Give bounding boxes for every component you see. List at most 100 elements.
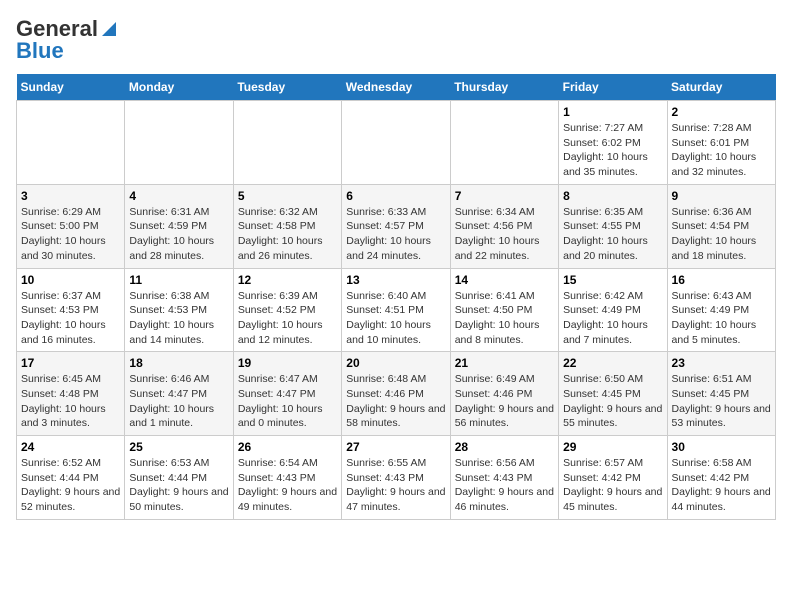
day-info: Sunrise: 6:43 AM Sunset: 4:49 PM Dayligh… [672,289,771,348]
day-number: 4 [129,189,228,203]
day-number: 17 [21,356,120,370]
day-info: Sunrise: 6:45 AM Sunset: 4:48 PM Dayligh… [21,372,120,431]
calendar-cell [342,101,450,185]
calendar-cell [125,101,233,185]
day-number: 24 [21,440,120,454]
day-number: 12 [238,273,337,287]
day-number: 18 [129,356,228,370]
day-info: Sunrise: 6:56 AM Sunset: 4:43 PM Dayligh… [455,456,554,515]
header-tuesday: Tuesday [233,74,341,101]
header-saturday: Saturday [667,74,775,101]
day-info: Sunrise: 6:31 AM Sunset: 4:59 PM Dayligh… [129,205,228,264]
calendar-cell: 17 Sunrise: 6:45 AM Sunset: 4:48 PM Dayli… [17,352,125,436]
day-info: Sunrise: 6:58 AM Sunset: 4:42 PM Dayligh… [672,456,771,515]
calendar-cell: 14 Sunrise: 6:41 AM Sunset: 4:50 PM Dayli… [450,268,558,352]
calendar-cell: 29 Sunrise: 6:57 AM Sunset: 4:42 PM Dayli… [559,436,667,520]
day-info: Sunrise: 6:47 AM Sunset: 4:47 PM Dayligh… [238,372,337,431]
calendar-cell: 1 Sunrise: 7:27 AM Sunset: 6:02 PM Daylig… [559,101,667,185]
calendar-cell [450,101,558,185]
day-info: Sunrise: 6:51 AM Sunset: 4:45 PM Dayligh… [672,372,771,431]
day-number: 29 [563,440,662,454]
day-info: Sunrise: 6:49 AM Sunset: 4:46 PM Dayligh… [455,372,554,431]
day-number: 10 [21,273,120,287]
day-number: 30 [672,440,771,454]
header-friday: Friday [559,74,667,101]
calendar-cell: 10 Sunrise: 6:37 AM Sunset: 4:53 PM Dayli… [17,268,125,352]
calendar-cell: 20 Sunrise: 6:48 AM Sunset: 4:46 PM Dayli… [342,352,450,436]
day-number: 19 [238,356,337,370]
calendar-header-row: SundayMondayTuesdayWednesdayThursdayFrid… [17,74,776,101]
calendar-cell: 2Sunrise: 7:28 AM Sunset: 6:01 PM Daylig… [667,101,775,185]
day-number: 1 [563,105,662,119]
calendar-cell: 25 Sunrise: 6:53 AM Sunset: 4:44 PM Dayli… [125,436,233,520]
header-monday: Monday [125,74,233,101]
day-info: Sunrise: 6:53 AM Sunset: 4:44 PM Dayligh… [129,456,228,515]
calendar-cell [17,101,125,185]
day-info: Sunrise: 6:36 AM Sunset: 4:54 PM Dayligh… [672,205,771,264]
calendar-cell: 4 Sunrise: 6:31 AM Sunset: 4:59 PM Daylig… [125,184,233,268]
app-logo: General Blue [16,16,118,64]
day-number: 2 [672,105,771,119]
calendar-cell: 26Sunrise: 6:54 AM Sunset: 4:43 PM Dayli… [233,436,341,520]
calendar-cell: 12 Sunrise: 6:39 AM Sunset: 4:52 PM Dayli… [233,268,341,352]
day-info: Sunrise: 6:57 AM Sunset: 4:42 PM Dayligh… [563,456,662,515]
day-info: Sunrise: 6:46 AM Sunset: 4:47 PM Dayligh… [129,372,228,431]
calendar-cell: 23 Sunrise: 6:51 AM Sunset: 4:45 PM Dayli… [667,352,775,436]
day-info: Sunrise: 6:29 AM Sunset: 5:00 PM Dayligh… [21,205,120,264]
day-number: 16 [672,273,771,287]
calendar-cell: 13 Sunrise: 6:40 AM Sunset: 4:51 PM Dayli… [342,268,450,352]
day-number: 14 [455,273,554,287]
calendar-cell: 21Sunrise: 6:49 AM Sunset: 4:46 PM Dayli… [450,352,558,436]
logo-blue: Blue [16,38,64,64]
week-row-2: 10 Sunrise: 6:37 AM Sunset: 4:53 PM Dayli… [17,268,776,352]
day-number: 7 [455,189,554,203]
calendar-table: SundayMondayTuesdayWednesdayThursdayFrid… [16,74,776,520]
day-info: Sunrise: 6:34 AM Sunset: 4:56 PM Dayligh… [455,205,554,264]
day-info: Sunrise: 6:39 AM Sunset: 4:52 PM Dayligh… [238,289,337,348]
header-wednesday: Wednesday [342,74,450,101]
day-number: 8 [563,189,662,203]
week-row-3: 17 Sunrise: 6:45 AM Sunset: 4:48 PM Dayli… [17,352,776,436]
day-info: Sunrise: 6:50 AM Sunset: 4:45 PM Dayligh… [563,372,662,431]
day-number: 28 [455,440,554,454]
day-info: Sunrise: 6:52 AM Sunset: 4:44 PM Dayligh… [21,456,120,515]
day-number: 13 [346,273,445,287]
day-number: 9 [672,189,771,203]
calendar-cell: 9 Sunrise: 6:36 AM Sunset: 4:54 PM Daylig… [667,184,775,268]
day-info: Sunrise: 6:38 AM Sunset: 4:53 PM Dayligh… [129,289,228,348]
calendar-cell: 18 Sunrise: 6:46 AM Sunset: 4:47 PM Dayli… [125,352,233,436]
calendar-cell [233,101,341,185]
day-info: Sunrise: 6:48 AM Sunset: 4:46 PM Dayligh… [346,372,445,431]
day-number: 11 [129,273,228,287]
calendar-cell: 28 Sunrise: 6:56 AM Sunset: 4:43 PM Dayli… [450,436,558,520]
day-number: 22 [563,356,662,370]
day-number: 15 [563,273,662,287]
calendar-cell: 8 Sunrise: 6:35 AM Sunset: 4:55 PM Daylig… [559,184,667,268]
calendar-cell: 5Sunrise: 6:32 AM Sunset: 4:58 PM Daylig… [233,184,341,268]
week-row-4: 24 Sunrise: 6:52 AM Sunset: 4:44 PM Dayli… [17,436,776,520]
calendar-cell: 11 Sunrise: 6:38 AM Sunset: 4:53 PM Dayli… [125,268,233,352]
page-header: General Blue [16,16,776,64]
day-info: Sunrise: 6:33 AM Sunset: 4:57 PM Dayligh… [346,205,445,264]
day-info: Sunrise: 6:41 AM Sunset: 4:50 PM Dayligh… [455,289,554,348]
day-info: Sunrise: 7:27 AM Sunset: 6:02 PM Dayligh… [563,121,662,180]
day-number: 23 [672,356,771,370]
week-row-0: 1 Sunrise: 7:27 AM Sunset: 6:02 PM Daylig… [17,101,776,185]
calendar-cell: 24 Sunrise: 6:52 AM Sunset: 4:44 PM Dayli… [17,436,125,520]
day-info: Sunrise: 6:32 AM Sunset: 4:58 PM Dayligh… [238,205,337,264]
calendar-cell: 30 Sunrise: 6:58 AM Sunset: 4:42 PM Dayli… [667,436,775,520]
header-sunday: Sunday [17,74,125,101]
day-info: Sunrise: 6:42 AM Sunset: 4:49 PM Dayligh… [563,289,662,348]
day-info: Sunrise: 6:40 AM Sunset: 4:51 PM Dayligh… [346,289,445,348]
day-number: 27 [346,440,445,454]
day-number: 20 [346,356,445,370]
day-number: 3 [21,189,120,203]
day-info: Sunrise: 6:54 AM Sunset: 4:43 PM Dayligh… [238,456,337,515]
calendar-cell: 16 Sunrise: 6:43 AM Sunset: 4:49 PM Dayli… [667,268,775,352]
day-info: Sunrise: 6:35 AM Sunset: 4:55 PM Dayligh… [563,205,662,264]
calendar-cell: 15 Sunrise: 6:42 AM Sunset: 4:49 PM Dayli… [559,268,667,352]
day-info: Sunrise: 6:37 AM Sunset: 4:53 PM Dayligh… [21,289,120,348]
day-number: 6 [346,189,445,203]
calendar-cell: 19 Sunrise: 6:47 AM Sunset: 4:47 PM Dayli… [233,352,341,436]
day-number: 25 [129,440,228,454]
